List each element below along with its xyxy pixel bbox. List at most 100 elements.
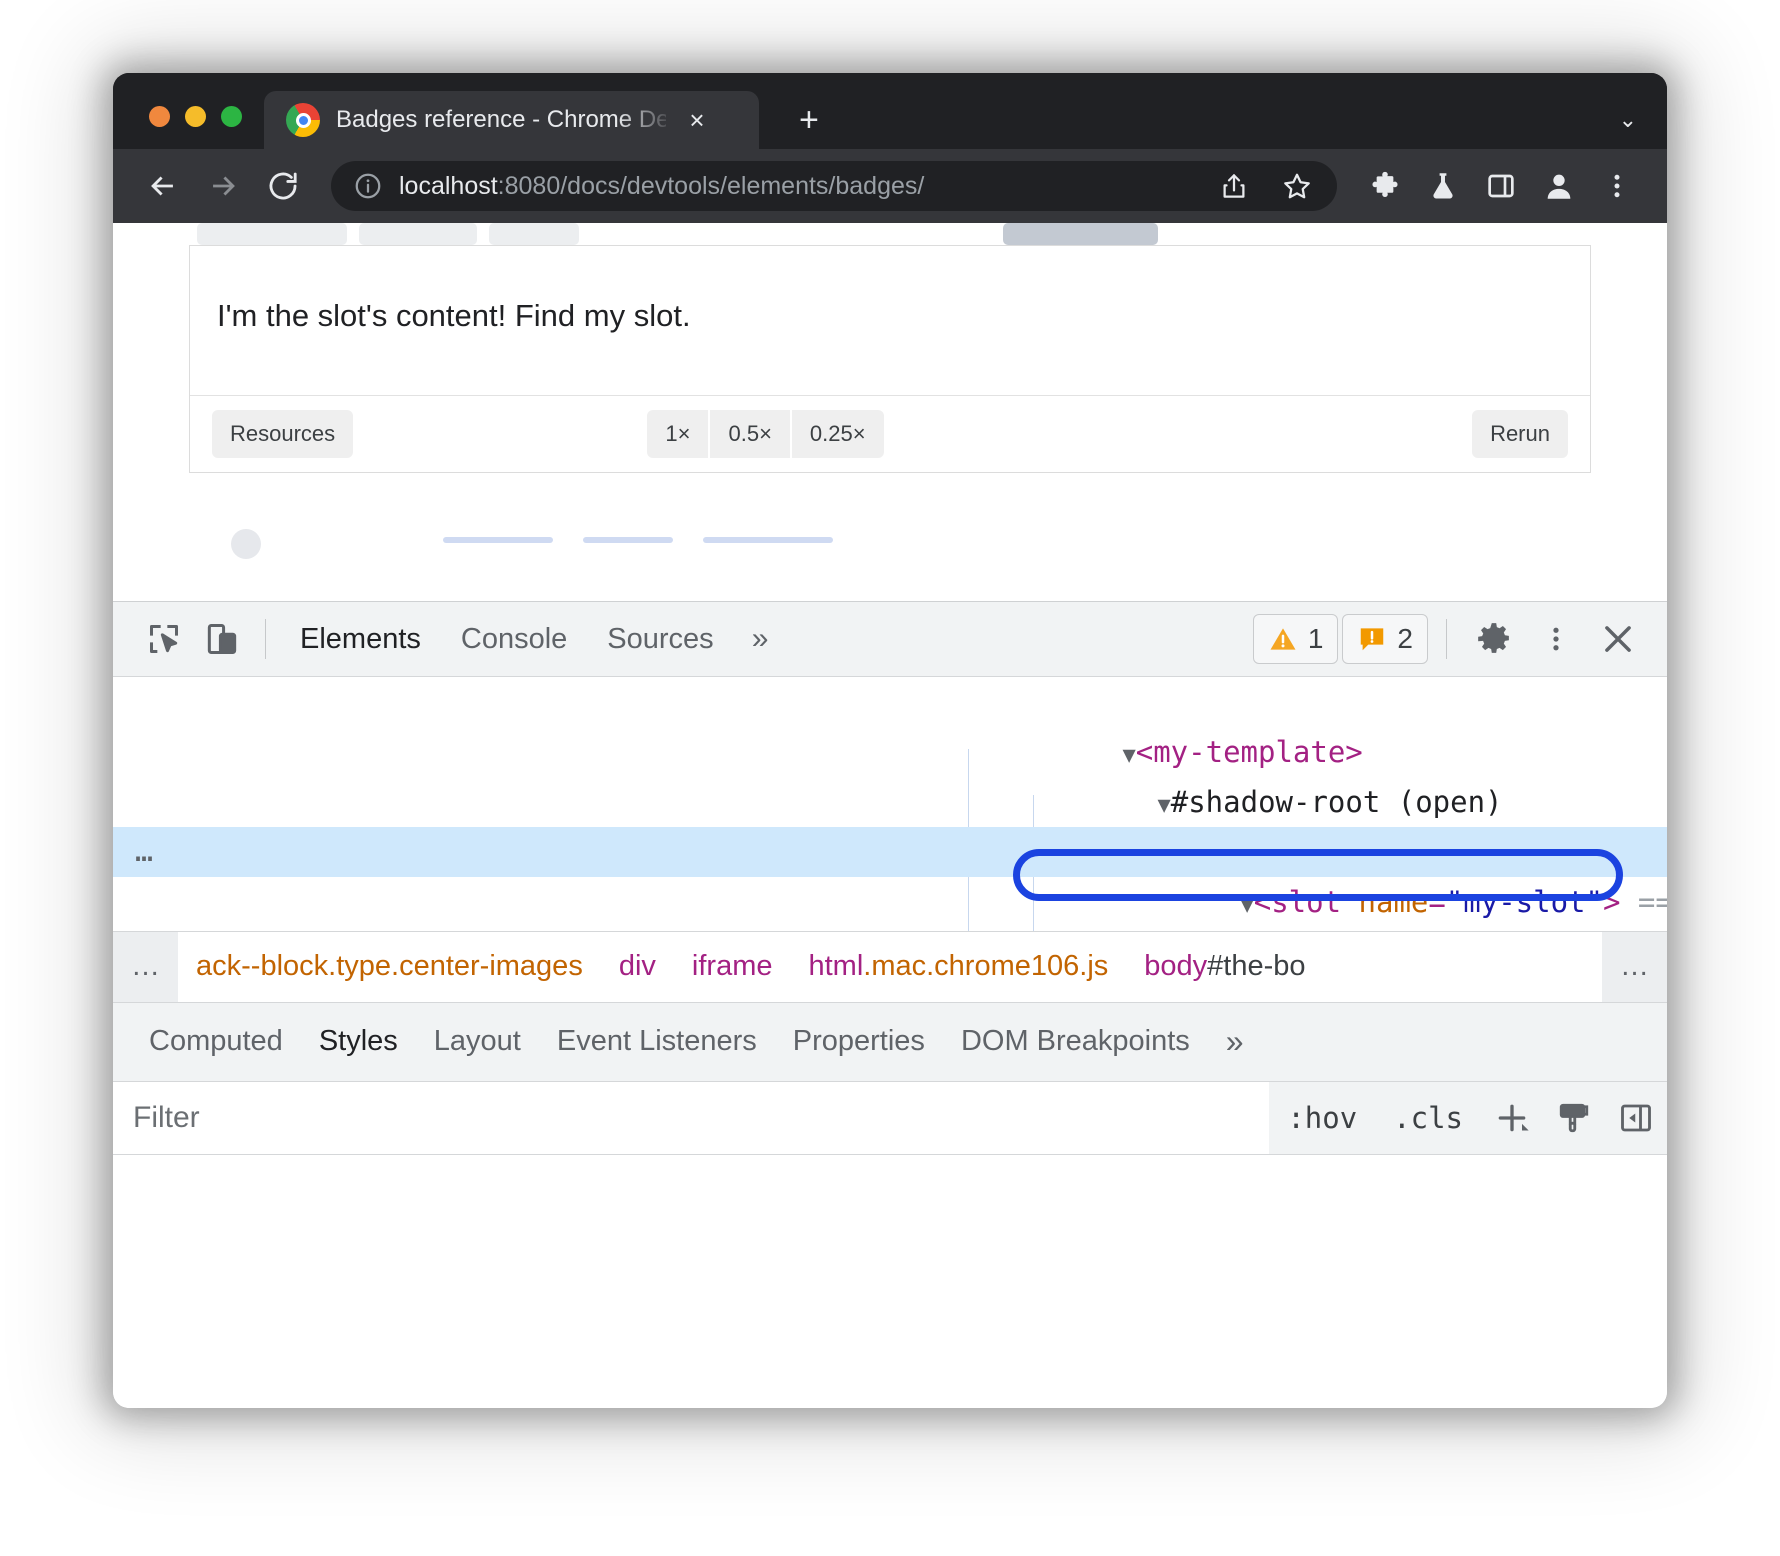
- maximize-window-button[interactable]: [221, 106, 242, 127]
- hov-button[interactable]: :hov: [1269, 1101, 1375, 1135]
- toolbar-divider: [265, 619, 266, 659]
- address-bar-text: localhost:8080/docs/devtools/elements/ba…: [399, 172, 1193, 201]
- tab-properties[interactable]: Properties: [775, 1007, 943, 1076]
- tab-dom-breakpoints[interactable]: DOM Breakpoints: [943, 1007, 1208, 1076]
- browser-toolbar: localhost:8080/docs/devtools/elements/ba…: [113, 149, 1667, 223]
- ghost-chip: [489, 223, 579, 245]
- ghost-link: [443, 537, 553, 543]
- breadcrumb-item[interactable]: html.mac.chrome106.js: [790, 950, 1126, 983]
- tab-console-label: Console: [461, 623, 567, 655]
- row-ellipsis[interactable]: …: [135, 827, 155, 877]
- labs-flask-icon[interactable]: [1417, 160, 1469, 212]
- close-window-button[interactable]: [149, 106, 170, 127]
- device-toolbar-icon[interactable]: [193, 610, 251, 668]
- breadcrumb-overflow-left[interactable]: …: [113, 932, 178, 1002]
- dom-row[interactable]: ▼<p>: [113, 777, 1667, 827]
- dom-row-selected[interactable]: …▼<slot name="my-slot"> == $0: [113, 827, 1667, 877]
- forward-arrow-icon[interactable]: [197, 160, 249, 212]
- tab-strip: Badges reference - Chrome De × + ⌄: [113, 73, 1667, 149]
- window-controls: [113, 106, 264, 149]
- reload-icon[interactable]: [257, 160, 309, 212]
- dom-row[interactable]: ↪ <span>reveal: [113, 927, 1667, 931]
- page-content: I'm the slot's content! Find my slot. Re…: [113, 223, 1667, 523]
- demo-slot-text: I'm the slot's content! Find my slot.: [217, 298, 691, 334]
- filter-input[interactable]: [113, 1082, 1269, 1154]
- partial-toolbar-above: [113, 223, 1667, 245]
- devtools-toolbar-right: 1 2: [1253, 610, 1647, 668]
- devtools-toolbar: Elements Console Sources » 1: [113, 602, 1667, 677]
- close-icon[interactable]: [1589, 610, 1647, 668]
- dom-row[interactable]: ▼#shadow-root (open): [113, 727, 1667, 777]
- breadcrumb-overflow-right[interactable]: …: [1602, 932, 1667, 1002]
- styles-pane-body: [113, 1155, 1667, 1409]
- info-circle-icon[interactable]: [353, 171, 383, 201]
- profile-avatar-icon[interactable]: [1533, 160, 1585, 212]
- breadcrumb: … ack--block.type.center-images div ifra…: [113, 931, 1667, 1002]
- chevron-down-icon[interactable]: ⌄: [1619, 107, 1667, 149]
- tab-styles[interactable]: Styles: [301, 1007, 416, 1076]
- star-icon[interactable]: [1271, 170, 1323, 202]
- styles-filter-bar: :hov .cls: [113, 1082, 1667, 1155]
- url-host: localhost: [399, 172, 498, 200]
- browser-tab[interactable]: Badges reference - Chrome De ×: [264, 91, 759, 149]
- toolbar-divider: [1446, 619, 1447, 659]
- warning-count: 1: [1308, 623, 1324, 655]
- page-scroll-gap: [113, 523, 1667, 601]
- issue-message-icon: [1357, 624, 1387, 654]
- demo-toolbar: Resources 1× 0.5× 0.25× Rerun: [190, 395, 1590, 472]
- more-vertical-icon[interactable]: [1527, 610, 1585, 668]
- side-panel-icon[interactable]: [1475, 160, 1527, 212]
- tab-computed[interactable]: Computed: [131, 1007, 301, 1076]
- plus-icon[interactable]: [1481, 1082, 1543, 1154]
- new-tab-button[interactable]: +: [799, 103, 819, 137]
- screenshot-stage: Badges reference - Chrome De × + ⌄ local…: [0, 0, 1780, 1556]
- warning-count-button[interactable]: 1: [1253, 614, 1339, 664]
- tab-elements[interactable]: Elements: [280, 607, 441, 672]
- breadcrumb-item[interactable]: iframe: [674, 950, 791, 983]
- warning-triangle-icon: [1268, 624, 1298, 654]
- dom-row[interactable]: "I'm a placeholder.": [113, 877, 1667, 927]
- tab-layout[interactable]: Layout: [416, 1007, 539, 1076]
- ghost-chip: [359, 223, 477, 245]
- cls-button[interactable]: .cls: [1375, 1101, 1481, 1135]
- rerun-button[interactable]: Rerun: [1472, 410, 1568, 458]
- zoom-025x-button[interactable]: 0.25×: [792, 410, 884, 458]
- demo-iframe: I'm the slot's content! Find my slot. Re…: [189, 245, 1591, 473]
- breadcrumb-item[interactable]: div: [601, 950, 674, 983]
- issue-count: 2: [1397, 623, 1413, 655]
- browser-actions: [1359, 160, 1643, 212]
- minimize-window-button[interactable]: [185, 106, 206, 127]
- address-bar[interactable]: localhost:8080/docs/devtools/elements/ba…: [331, 161, 1337, 211]
- tab-event-listeners[interactable]: Event Listeners: [539, 1007, 775, 1076]
- toggle-sidebar-icon[interactable]: [1605, 1082, 1667, 1154]
- tab-console[interactable]: Console: [441, 607, 587, 672]
- chrome-menu-icon[interactable]: [1591, 160, 1643, 212]
- browser-window: Badges reference - Chrome De × + ⌄ local…: [113, 73, 1667, 1408]
- dom-row[interactable]: ▼<my-template>: [113, 677, 1667, 727]
- gear-icon[interactable]: [1465, 610, 1523, 668]
- extensions-puzzle-icon[interactable]: [1359, 160, 1411, 212]
- sidebar-tabs: Computed Styles Layout Event Listeners P…: [113, 1002, 1667, 1082]
- tab-sources-label: Sources: [607, 623, 713, 655]
- back-arrow-icon[interactable]: [137, 160, 189, 212]
- page-viewport: I'm the slot's content! Find my slot. Re…: [113, 223, 1667, 1408]
- ghost-chip: [197, 223, 347, 245]
- sidebar-more-tabs-button[interactable]: »: [1208, 1005, 1262, 1078]
- share-icon[interactable]: [1209, 171, 1259, 201]
- resources-button[interactable]: Resources: [212, 410, 353, 458]
- zoom-05x-button[interactable]: 0.5×: [710, 410, 789, 458]
- chrome-logo-icon: [286, 103, 320, 137]
- breadcrumb-item[interactable]: ack--block.type.center-images: [178, 950, 601, 983]
- breadcrumb-tag: body: [1144, 950, 1207, 982]
- breadcrumb-tag: div: [619, 950, 656, 982]
- close-icon[interactable]: ×: [682, 107, 712, 133]
- breadcrumb-class: .mac.chrome106.js: [863, 950, 1108, 982]
- dom-tree[interactable]: ▼<my-template> ▼#shadow-root (open) ▼<p>…: [113, 677, 1667, 931]
- breadcrumb-item[interactable]: body#the-bo: [1126, 950, 1323, 983]
- issue-count-button[interactable]: 2: [1342, 614, 1428, 664]
- more-tabs-button[interactable]: »: [734, 614, 787, 664]
- zoom-1x-button[interactable]: 1×: [647, 410, 708, 458]
- print-styles-icon[interactable]: [1543, 1082, 1605, 1154]
- tab-sources[interactable]: Sources: [587, 607, 733, 672]
- inspect-cursor-icon[interactable]: [135, 610, 193, 668]
